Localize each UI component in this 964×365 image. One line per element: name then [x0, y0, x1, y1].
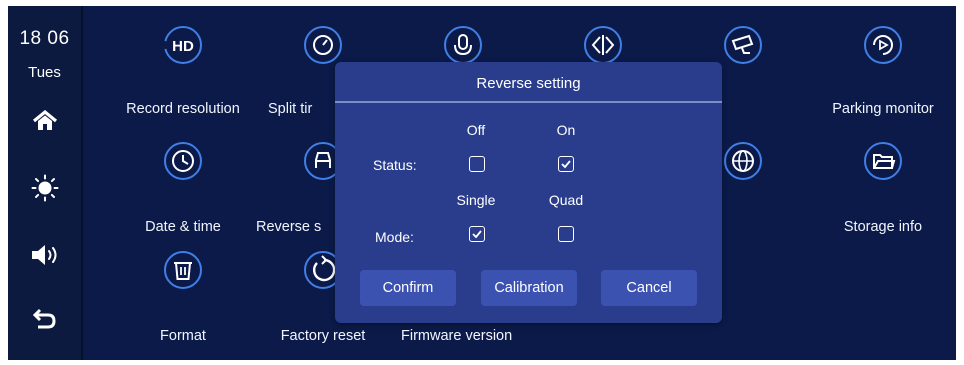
clock-day: Tues [28, 64, 61, 81]
tile-label: Factory reset [280, 328, 366, 344]
volume-icon [32, 245, 57, 265]
tile-label: Parking monitor [832, 101, 934, 117]
tile-label: Storage info [843, 219, 923, 235]
hd-icon: HD [162, 26, 202, 64]
back-button[interactable] [20, 298, 70, 338]
status-on-checkbox[interactable] [558, 156, 574, 172]
tile-storage-info[interactable]: Storage info [813, 140, 953, 240]
status-label: Status: [373, 157, 417, 173]
svg-text:HD: HD [172, 38, 194, 55]
clock-icon [164, 142, 202, 180]
timer-icon [304, 26, 342, 64]
check-icon [472, 230, 482, 239]
microphone-icon [444, 26, 482, 64]
trash-icon [164, 251, 202, 289]
home-button[interactable] [20, 101, 70, 141]
globe-icon [724, 142, 762, 180]
mode-quad-checkbox[interactable] [558, 226, 574, 242]
parking-monitor-icon [864, 26, 902, 64]
sidebar: 18 06 Tues [8, 6, 83, 360]
mode-quad-label: Quad [548, 192, 584, 208]
screen: 18 06 Tues HD Record resolution Split ti… [8, 6, 956, 360]
mode-label: Mode: [375, 229, 414, 245]
check-icon [561, 160, 571, 169]
status-on-label: On [556, 122, 576, 138]
reverse-setting-dialog: Reverse setting Off On Status: Single Qu… [335, 62, 722, 323]
tile-parking-monitor[interactable]: Parking monitor [813, 24, 953, 124]
tile-firmware-version-label[interactable]: Firmware version [401, 328, 512, 344]
tile-microphone[interactable] [393, 24, 533, 64]
tile-record-resolution[interactable]: HD Record resolution [113, 24, 253, 124]
confirm-button[interactable]: Confirm [360, 270, 456, 306]
calibration-button[interactable]: Calibration [481, 270, 577, 306]
dialog-divider [335, 101, 722, 103]
tile-mirror[interactable] [533, 24, 673, 64]
cancel-button[interactable]: Cancel [601, 270, 697, 306]
brightness-icon [31, 174, 59, 202]
status-off-checkbox[interactable] [469, 156, 485, 172]
volume-button[interactable] [20, 235, 70, 275]
tile-label: Date & time [145, 219, 221, 235]
tile-label: Record resolution [126, 101, 240, 117]
mirror-icon [584, 26, 622, 64]
mode-single-label: Single [456, 192, 496, 208]
clock-time: 18 06 [19, 28, 70, 49]
dialog-title: Reverse setting [476, 75, 581, 92]
tile-date-time[interactable]: Date & time [113, 140, 253, 240]
back-icon [32, 308, 56, 329]
home-icon [32, 110, 58, 130]
brightness-button[interactable] [20, 168, 70, 208]
status-off-label: Off [466, 122, 486, 138]
storage-icon [864, 142, 902, 180]
tile-format[interactable]: Format [113, 249, 253, 349]
camera-icon [724, 26, 762, 64]
mode-single-checkbox[interactable] [469, 226, 485, 242]
